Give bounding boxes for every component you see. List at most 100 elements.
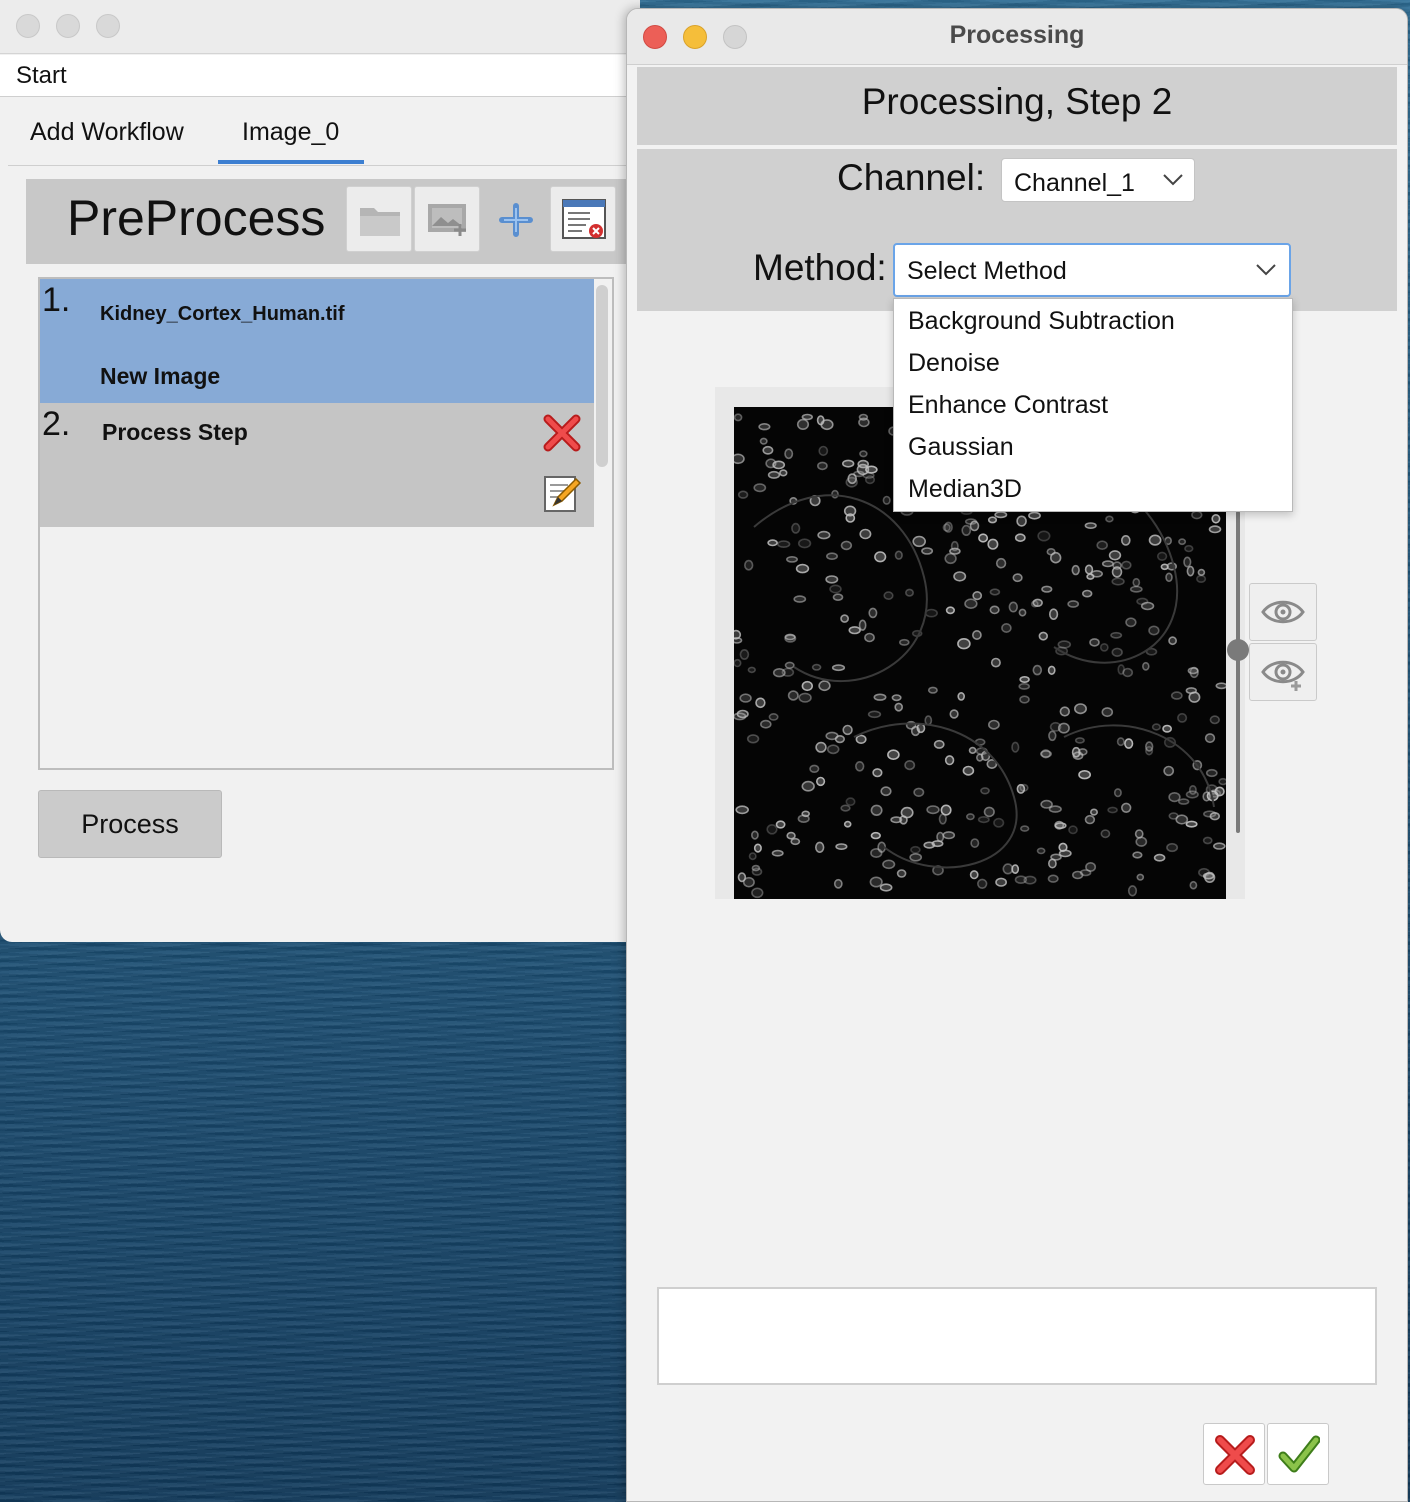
nucleus-texture xyxy=(910,845,921,854)
workflow-step-2[interactable]: 2. Process Step xyxy=(40,403,594,527)
nucleus-texture xyxy=(751,887,764,899)
nucleus-texture xyxy=(1209,812,1220,821)
nucleus-texture xyxy=(845,513,856,523)
nucleus-texture xyxy=(938,813,947,825)
nucleus-texture xyxy=(1189,880,1198,890)
import-image-button[interactable] xyxy=(414,186,480,252)
nucleus-texture xyxy=(1202,836,1213,845)
dropdown-option-denoise[interactable]: Denoise xyxy=(908,349,1000,378)
nucleus-texture xyxy=(758,423,771,431)
nucleus-texture xyxy=(1054,820,1065,830)
nucleus-texture xyxy=(942,831,956,840)
channel-select[interactable]: Channel_1 xyxy=(1001,158,1195,202)
nucleus-texture xyxy=(1085,861,1097,872)
nucleus-texture xyxy=(1189,666,1199,679)
nucleus-texture xyxy=(785,555,798,563)
menu-start[interactable]: Start xyxy=(16,62,67,90)
step-list-scrollbar[interactable] xyxy=(596,285,608,467)
nucleus-texture xyxy=(1011,864,1020,874)
dropdown-option-background-subtraction[interactable]: Background Subtraction xyxy=(908,307,1175,336)
nucleus-texture xyxy=(1059,706,1070,717)
dropdown-option-enhance-contrast[interactable]: Enhance Contrast xyxy=(908,391,1108,420)
tab-image-0[interactable]: Image_0 xyxy=(242,118,339,147)
delete-step-icon[interactable] xyxy=(540,411,584,455)
nucleus-texture xyxy=(1129,585,1143,593)
nucleus-texture xyxy=(990,657,1001,668)
step-number: 1. xyxy=(42,281,71,319)
nucleus-texture xyxy=(1068,825,1078,835)
dialog-title: Processing xyxy=(949,21,1085,49)
preview-toggle-button[interactable] xyxy=(1249,583,1317,641)
nucleus-texture xyxy=(809,764,820,773)
nucleus-texture xyxy=(820,419,834,431)
message-area[interactable] xyxy=(657,1287,1377,1385)
nucleus-texture xyxy=(882,495,891,505)
nucleus-texture xyxy=(767,470,781,479)
tab-add-workflow[interactable]: Add Workflow xyxy=(30,118,184,147)
nucleus-texture xyxy=(887,749,900,761)
nucleus-texture xyxy=(815,776,826,787)
nucleus-texture xyxy=(1040,799,1053,809)
nucleus-texture xyxy=(750,830,759,840)
eye-add-icon xyxy=(1261,660,1305,691)
dropdown-option-median3d[interactable]: Median3D xyxy=(908,475,1022,504)
z-slider-handle[interactable] xyxy=(1227,639,1249,661)
workflow-step-1[interactable]: 1. Kidney_Cortex_Human.tif New Image xyxy=(40,279,594,403)
nucleus-texture xyxy=(870,831,881,840)
minimize-window-button[interactable] xyxy=(56,14,80,38)
process-button[interactable]: Process xyxy=(38,790,222,858)
nucleus-texture xyxy=(829,584,842,594)
nucleus-texture xyxy=(1101,707,1114,718)
nucleus-texture xyxy=(945,606,955,615)
nucleus-texture xyxy=(1028,511,1041,520)
nucleus-texture xyxy=(1048,730,1057,742)
nucleus-texture xyxy=(949,709,959,719)
z-slider-track[interactable] xyxy=(1236,511,1240,833)
nucleus-texture xyxy=(787,690,799,701)
edit-step-icon[interactable] xyxy=(540,471,584,515)
nucleus-texture xyxy=(790,837,801,846)
nucleus-texture xyxy=(989,605,1000,615)
cancel-button[interactable] xyxy=(1203,1423,1265,1485)
dropdown-option-gaussian[interactable]: Gaussian xyxy=(908,433,1014,462)
nucleus-texture xyxy=(1209,715,1220,725)
add-step-button[interactable] xyxy=(482,186,548,252)
step-header-text: Processing, Step 2 xyxy=(861,81,1173,122)
nucleus-texture xyxy=(736,709,749,719)
nucleus-texture xyxy=(1001,623,1012,634)
preview-add-button[interactable] xyxy=(1249,643,1317,701)
confirm-button[interactable] xyxy=(1267,1423,1329,1485)
nucleus-texture xyxy=(1148,625,1160,636)
nucleus-texture xyxy=(848,626,861,635)
method-select[interactable]: Select Method xyxy=(893,243,1291,297)
nucleus-texture xyxy=(969,870,979,880)
main-window: Start Add Workflow Image_0 PreProcess 1.… xyxy=(0,0,640,942)
nucleus-texture xyxy=(746,734,760,744)
nucleus-texture xyxy=(913,787,925,797)
nucleus-texture xyxy=(989,588,1001,596)
open-folder-button[interactable] xyxy=(346,186,412,252)
nucleus-texture xyxy=(1036,847,1046,855)
nucleus-texture xyxy=(833,878,843,889)
nucleus-texture xyxy=(1057,640,1072,649)
chevron-down-icon xyxy=(1256,264,1276,276)
close-window-button[interactable] xyxy=(16,14,40,38)
delete-workflow-button[interactable] xyxy=(550,186,616,252)
method-value: Select Method xyxy=(907,257,1067,285)
nucleus-texture xyxy=(747,666,756,674)
nucleus-texture xyxy=(1047,858,1057,869)
nucleus-texture xyxy=(1191,510,1203,520)
nucleus-texture xyxy=(923,841,936,849)
tab-bar: Add Workflow Image_0 xyxy=(8,98,640,166)
nucleus-texture xyxy=(899,638,910,646)
zoom-window-button[interactable] xyxy=(96,14,120,38)
nucleus-texture xyxy=(772,460,786,470)
nucleus-texture xyxy=(1019,783,1029,792)
nucleus-texture xyxy=(987,516,998,524)
nucleus-texture xyxy=(1047,874,1059,883)
nucleus-texture xyxy=(742,876,755,888)
nucleus-texture xyxy=(972,591,983,601)
nucleus-texture xyxy=(993,817,1005,828)
nucleus-texture xyxy=(873,693,887,701)
nucleus-texture xyxy=(818,680,831,692)
